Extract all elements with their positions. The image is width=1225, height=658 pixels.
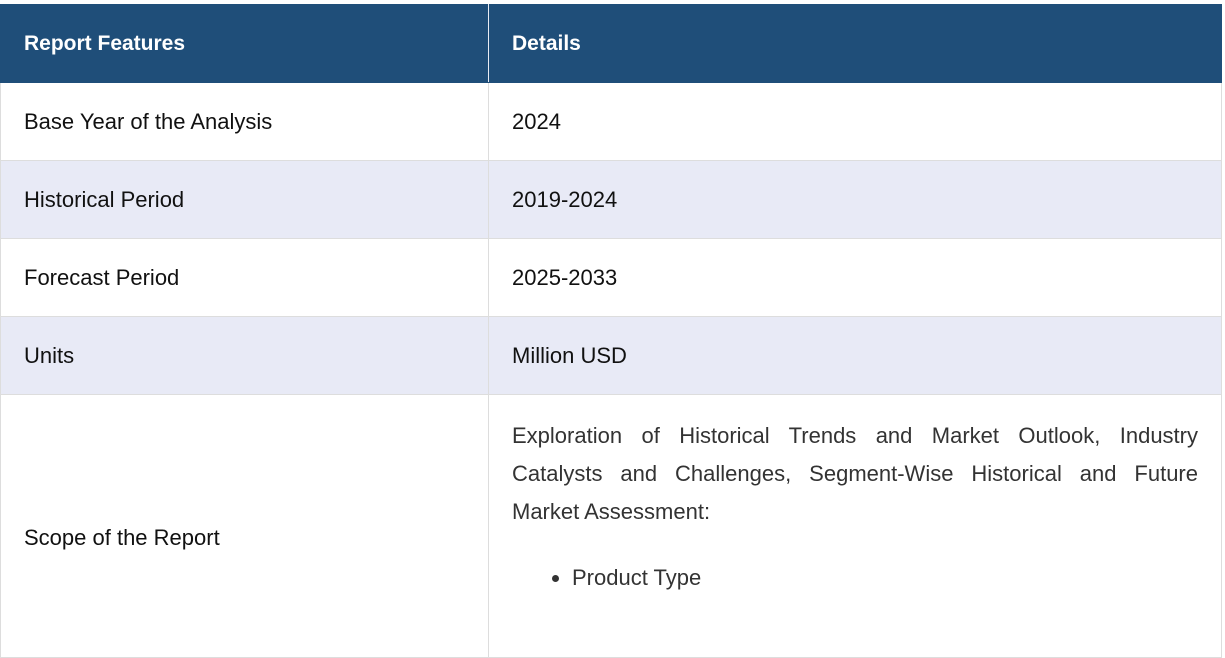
detail-cell: 2025-2033: [488, 238, 1222, 317]
table-header-row: Report Features Details: [0, 4, 1222, 83]
header-details: Details: [488, 4, 1222, 83]
feature-cell: Units: [0, 316, 489, 395]
table-row-scope: Scope of the Report Exploration of Histo…: [0, 394, 1222, 658]
feature-cell: Historical Period: [0, 160, 489, 239]
detail-cell: 2019-2024: [488, 160, 1222, 239]
table-row: Base Year of the Analysis 2024: [0, 82, 1222, 161]
header-report-features: Report Features: [0, 4, 489, 83]
scope-detail-cell: Exploration of Historical Trends and Mar…: [488, 394, 1222, 658]
report-features-table: Report Features Details Base Year of the…: [0, 4, 1222, 658]
table-row: Units Million USD: [0, 316, 1222, 395]
table-row: Historical Period 2019-2024: [0, 160, 1222, 239]
scope-feature-cell: Scope of the Report: [0, 394, 489, 658]
table-row: Forecast Period 2025-2033: [0, 238, 1222, 317]
feature-cell: Forecast Period: [0, 238, 489, 317]
scope-list: Product Type: [512, 559, 1198, 597]
list-item: Product Type: [572, 559, 1198, 597]
feature-cell: Base Year of the Analysis: [0, 82, 489, 161]
detail-cell: 2024: [488, 82, 1222, 161]
scope-description: Exploration of Historical Trends and Mar…: [512, 423, 1198, 524]
detail-cell: Million USD: [488, 316, 1222, 395]
